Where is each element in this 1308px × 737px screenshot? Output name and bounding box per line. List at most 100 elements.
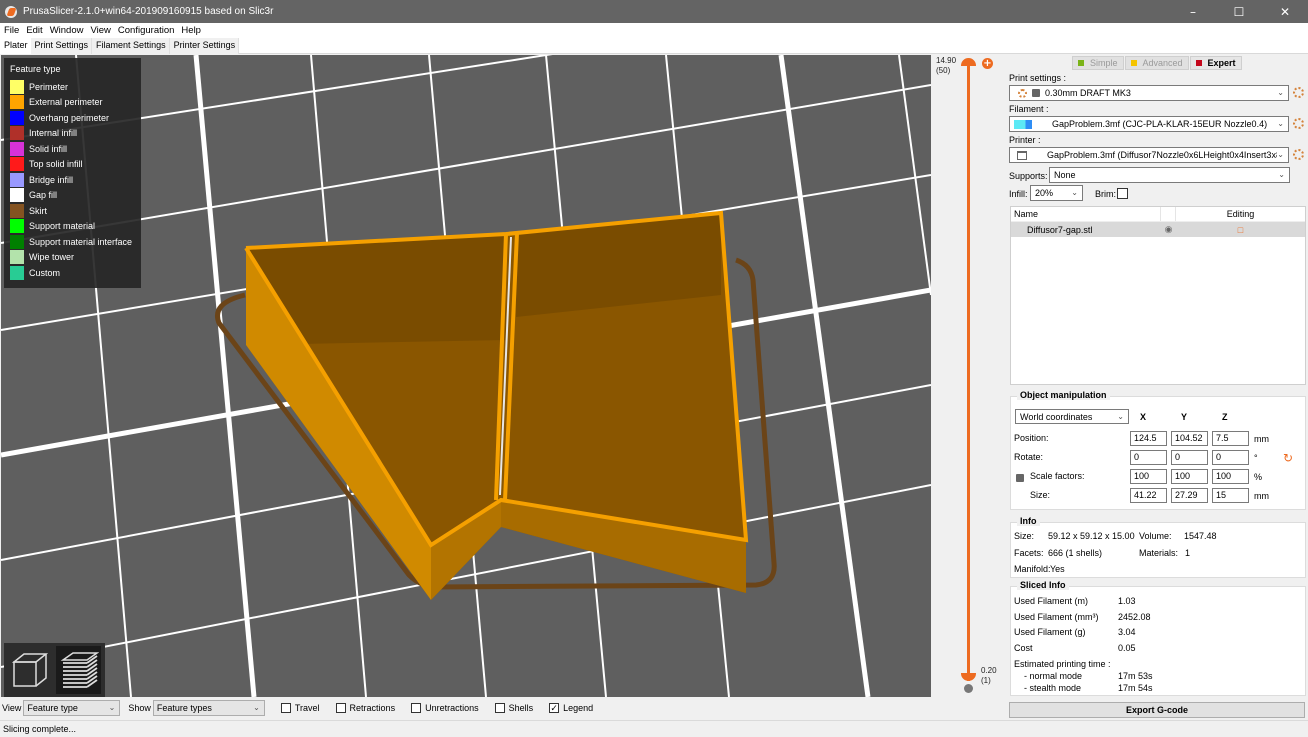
travel-label: Travel bbox=[294, 703, 320, 713]
manip-field-y[interactable]: 104.52 bbox=[1171, 431, 1208, 446]
legend-item: Wipe tower bbox=[10, 250, 135, 266]
manip-row-label: Scale factors: bbox=[1030, 471, 1085, 481]
system-preset-icon bbox=[1018, 88, 1027, 98]
object-row[interactable]: Diffusor7-gap.stl ◉ □ bbox=[1011, 222, 1305, 237]
chevron-down-icon: ⌄ bbox=[1117, 412, 1124, 421]
coordinate-system-combo[interactable]: World coordinates ⌄ bbox=[1015, 409, 1129, 424]
legend-swatch bbox=[10, 219, 24, 234]
column-name[interactable]: Name bbox=[1011, 207, 1161, 221]
supports-combo[interactable]: None ⌄ bbox=[1049, 167, 1290, 183]
printer-gear-icon[interactable] bbox=[1293, 149, 1304, 160]
print-settings-combo[interactable]: 0.30mm DRAFT MK3 ⌄ bbox=[1009, 85, 1289, 101]
menu-edit[interactable]: Edit bbox=[22, 25, 45, 36]
legend-swatch bbox=[10, 203, 24, 218]
menu-help[interactable]: Help bbox=[177, 25, 204, 36]
manip-field-z[interactable]: 0 bbox=[1212, 450, 1249, 465]
minimize-button[interactable]: – bbox=[1170, 0, 1216, 23]
menu-configuration[interactable]: Configuration bbox=[114, 25, 178, 36]
info-size-value: 59.12 x 59.12 x 15.00 bbox=[1048, 531, 1135, 541]
manip-field-x[interactable]: 0 bbox=[1130, 450, 1167, 465]
manip-field-x[interactable]: 124.5 bbox=[1130, 431, 1167, 446]
shells-checkbox[interactable]: Shells bbox=[494, 703, 533, 713]
lock-icon[interactable] bbox=[964, 684, 973, 693]
scale-lock-icon[interactable] bbox=[1016, 474, 1024, 482]
object-list-header: Name Editing bbox=[1011, 207, 1305, 222]
reset-rotation-icon[interactable]: ↻ bbox=[1283, 451, 1293, 465]
legend-label: Custom bbox=[29, 267, 61, 278]
legend-swatch bbox=[10, 126, 24, 141]
slider-lower-thumb[interactable] bbox=[961, 673, 976, 681]
maximize-button[interactable]: ☐ bbox=[1216, 0, 1262, 23]
show-features-value: Feature types bbox=[156, 703, 212, 713]
travel-checkbox[interactable]: Travel bbox=[280, 703, 320, 713]
manip-field-x[interactable]: 100 bbox=[1130, 469, 1167, 484]
brim-checkbox[interactable] bbox=[1117, 188, 1128, 199]
tab-printer-settings[interactable]: Printer Settings bbox=[169, 38, 240, 54]
unretractions-checkbox[interactable]: Unretractions bbox=[411, 703, 479, 713]
info-manifold-value: Yes bbox=[1050, 564, 1065, 574]
3d-preview-canvas[interactable]: Feature type Perimeter External perimeter… bbox=[1, 55, 931, 697]
title-bar: PrusaSlicer-2.1.0+win64-201909160915 bas… bbox=[0, 0, 1308, 23]
show-features-combo[interactable]: Feature types ⌄ bbox=[152, 700, 265, 716]
menu-file[interactable]: File bbox=[0, 25, 22, 36]
axis-z-label: Z bbox=[1222, 412, 1228, 422]
manip-field-y[interactable]: 0 bbox=[1171, 450, 1208, 465]
mode-expert-button[interactable]: Expert bbox=[1189, 56, 1242, 70]
3d-view-button[interactable] bbox=[7, 646, 52, 694]
legend-swatch bbox=[10, 157, 24, 172]
menu-window[interactable]: Window bbox=[46, 25, 87, 36]
add-color-change-icon[interactable]: + bbox=[982, 58, 993, 69]
tab-filament-settings[interactable]: Filament Settings bbox=[92, 38, 170, 54]
sliced-info-value: 3.04 bbox=[1118, 627, 1136, 637]
manip-field-y[interactable]: 27.29 bbox=[1171, 488, 1208, 503]
legend-item: Top solid infill bbox=[10, 157, 135, 173]
infill-label: Infill: bbox=[1009, 189, 1028, 199]
manip-row-label: Rotate: bbox=[1014, 452, 1044, 462]
export-gcode-button[interactable]: Export G-code bbox=[1009, 702, 1305, 718]
legend-title: Feature type bbox=[10, 64, 61, 74]
chevron-down-icon: ⌄ bbox=[1277, 119, 1284, 128]
mode-simple-label: Simple bbox=[1090, 58, 1118, 68]
tab-plater[interactable]: Plater bbox=[0, 38, 31, 54]
manip-field-y[interactable]: 100 bbox=[1171, 469, 1208, 484]
view-label: View bbox=[2, 703, 22, 713]
filament-combo[interactable]: GapProblem.3mf (CJC-PLA-KLAR-15EUR Nozzl… bbox=[1009, 116, 1289, 132]
retractions-checkbox[interactable]: Retractions bbox=[335, 703, 395, 713]
layer-slider[interactable]: 14.90 (50) + 0.20 (1) bbox=[931, 55, 1005, 697]
edit-settings-icon[interactable]: □ bbox=[1176, 225, 1305, 235]
print-settings-value: 0.30mm DRAFT MK3 bbox=[1045, 88, 1131, 98]
menu-view[interactable]: View bbox=[86, 25, 113, 36]
print-settings-label: Print settings : bbox=[1009, 73, 1067, 83]
filament-gear-icon[interactable] bbox=[1293, 118, 1304, 129]
manip-field-z[interactable]: 100 bbox=[1212, 469, 1249, 484]
mode-advanced-label: Advanced bbox=[1142, 58, 1183, 68]
legend-label: Wipe tower bbox=[29, 252, 75, 263]
view-type-combo[interactable]: Feature type ⌄ bbox=[23, 700, 121, 716]
manip-field-z[interactable]: 15 bbox=[1212, 488, 1249, 503]
sliced-info-value: 0.05 bbox=[1118, 642, 1136, 653]
legend-label: Support material bbox=[29, 221, 96, 232]
manip-field-x[interactable]: 41.22 bbox=[1130, 488, 1167, 503]
column-editing[interactable]: Editing bbox=[1176, 207, 1305, 221]
slider-top-layer: (50) bbox=[936, 66, 951, 75]
legend-label: External perimeter bbox=[29, 97, 103, 108]
mode-advanced-button[interactable]: Advanced bbox=[1124, 56, 1189, 70]
legend-swatch bbox=[10, 250, 24, 265]
slider-track[interactable] bbox=[967, 61, 970, 681]
mode-simple-button[interactable]: Simple bbox=[1072, 56, 1124, 70]
close-button[interactable]: ✕ bbox=[1262, 0, 1308, 23]
preview-layers-button[interactable] bbox=[56, 646, 101, 694]
legend-checkbox[interactable]: ✓ Legend bbox=[549, 703, 593, 713]
sliced-info-value: 2452.08 bbox=[1118, 611, 1151, 622]
printer-combo[interactable]: GapProblem.3mf (Diffusor7Nozzle0x6LHeigh… bbox=[1009, 147, 1289, 163]
legend-item: Gap fill bbox=[10, 188, 135, 204]
manip-field-z[interactable]: 7.5 bbox=[1212, 431, 1249, 446]
preview-bottom-bar: View Feature type ⌄ Show Feature types ⌄… bbox=[0, 697, 1005, 719]
slider-upper-thumb[interactable] bbox=[961, 58, 976, 66]
legend-label: Overhang perimeter bbox=[29, 112, 110, 123]
tab-print-settings[interactable]: Print Settings bbox=[30, 38, 93, 54]
infill-combo[interactable]: 20% ⌄ bbox=[1030, 185, 1083, 201]
print-settings-gear-icon[interactable] bbox=[1293, 87, 1304, 98]
chevron-down-icon: ⌄ bbox=[253, 703, 260, 712]
eye-icon[interactable]: ◉ bbox=[1161, 224, 1176, 235]
